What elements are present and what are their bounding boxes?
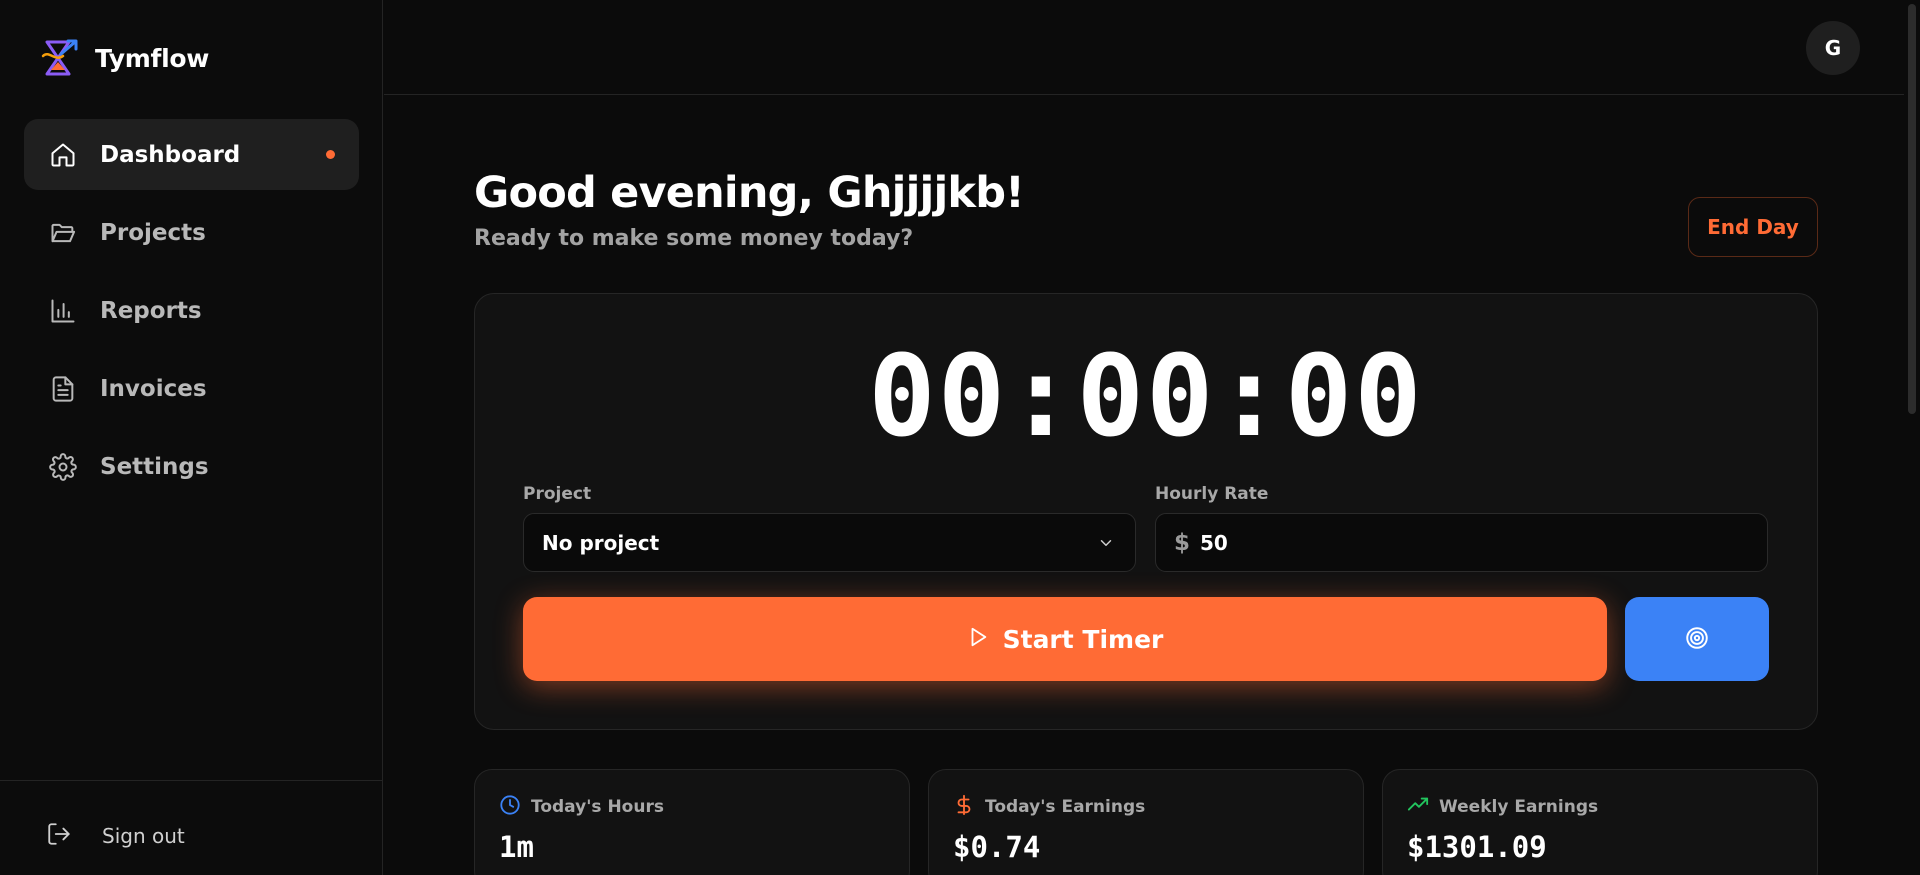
sidebar-item-dashboard[interactable]: Dashboard [24, 119, 359, 190]
project-select-value: No project [542, 530, 660, 555]
dashboard-main: Good evening, Ghjjjjkb! Ready to make so… [384, 96, 1904, 875]
sidebar-item-label: Invoices [100, 375, 207, 402]
scrollbar-thumb[interactable] [1908, 4, 1916, 414]
play-icon [967, 625, 989, 654]
stat-header: Today's Hours [499, 794, 664, 820]
timer-display: 00:00:00 [868, 332, 1424, 462]
sidebar-nav: Dashboard Projects Reports Invoices Sett… [24, 119, 359, 509]
stat-title: Today's Hours [531, 797, 664, 817]
sign-out-icon [46, 821, 72, 851]
sidebar-item-label: Reports [100, 297, 202, 324]
sidebar-item-reports[interactable]: Reports [24, 275, 359, 346]
stat-title: Today's Earnings [985, 797, 1146, 817]
stat-value: $1301.09 [1407, 830, 1547, 864]
hourly-rate-label: Hourly Rate [1155, 484, 1269, 504]
folder-icon [48, 218, 78, 248]
home-icon [48, 140, 78, 170]
sidebar-item-settings[interactable]: Settings [24, 431, 359, 502]
sidebar-item-projects[interactable]: Projects [24, 197, 359, 268]
sidebar-item-label: Dashboard [100, 141, 241, 168]
sidebar-item-label: Settings [100, 453, 209, 480]
sign-out-label: Sign out [102, 824, 185, 848]
page-scrollbar[interactable] [1904, 0, 1920, 875]
focus-mode-button[interactable] [1625, 597, 1769, 681]
stat-value: 1m [499, 830, 534, 864]
clock-icon [499, 794, 521, 820]
dollar-icon [953, 794, 975, 820]
start-timer-label: Start Timer [1002, 624, 1164, 654]
user-avatar[interactable]: G [1806, 21, 1860, 75]
active-indicator-dot [326, 150, 335, 159]
project-label: Project [523, 484, 592, 504]
tymflow-logo-icon [41, 39, 78, 76]
project-select[interactable]: No project [523, 513, 1136, 572]
bar-chart-icon [48, 296, 78, 326]
trending-up-icon [1407, 794, 1429, 820]
page-title: Good evening, Ghjjjjkb! [474, 168, 1025, 218]
gear-icon [48, 452, 78, 482]
stat-card-weekly-earnings: Weekly Earnings $1301.09 [1382, 769, 1818, 875]
stat-value: $0.74 [953, 830, 1041, 864]
timer-card: 00:00:00 Project No project Hourly Rate … [474, 293, 1818, 730]
sidebar-item-label: Projects [100, 219, 206, 246]
end-day-button[interactable]: End Day [1688, 197, 1818, 257]
stats-row: Today's Hours 1m Today's Earnings $0.74 [474, 769, 1818, 875]
stat-title: Weekly Earnings [1439, 797, 1599, 817]
app-root: Tymflow Dashboard Projects Reports Invoi… [0, 0, 1920, 875]
brand[interactable]: Tymflow [37, 36, 209, 80]
stat-card-todays-earnings: Today's Earnings $0.74 [928, 769, 1364, 875]
sidebar-item-invoices[interactable]: Invoices [24, 353, 359, 424]
brand-name: Tymflow [95, 43, 210, 73]
sidebar: Tymflow Dashboard Projects Reports Invoi… [0, 0, 383, 875]
stat-header: Today's Earnings [953, 794, 1145, 820]
sidebar-footer: Sign out [0, 780, 383, 875]
stat-card-todays-hours: Today's Hours 1m [474, 769, 910, 875]
hourly-rate-input[interactable] [1200, 530, 1741, 555]
stat-header: Weekly Earnings [1407, 794, 1598, 820]
start-timer-button[interactable]: Start Timer [523, 597, 1607, 681]
target-icon [1684, 625, 1710, 654]
hourly-rate-field: $ [1155, 513, 1768, 572]
document-icon [48, 374, 78, 404]
sign-out-button[interactable]: Sign out [46, 821, 185, 851]
currency-symbol: $ [1174, 529, 1191, 556]
chevron-down-icon [1097, 534, 1115, 556]
topbar: G [384, 0, 1904, 95]
page-subtitle: Ready to make some money today? [474, 226, 914, 251]
